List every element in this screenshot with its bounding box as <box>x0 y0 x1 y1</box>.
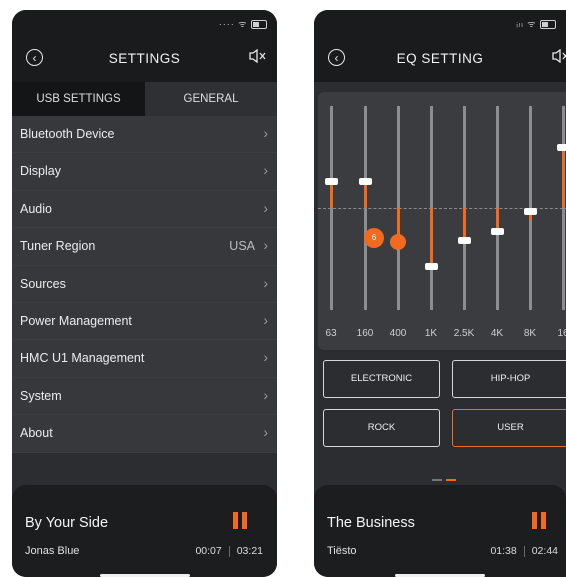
slider-knob[interactable] <box>325 178 338 185</box>
settings-menu: Bluetooth Device › Display › Audio › Tuner … <box>12 116 277 453</box>
menu-item-about[interactable]: About › <box>12 415 277 453</box>
menu-item-tuner-region[interactable]: Tuner Region USA › <box>12 228 277 266</box>
eq-slider-4k[interactable] <box>491 106 504 310</box>
menu-item-label: About <box>20 426 53 441</box>
playback-times: 01:38 02:44 <box>490 545 558 557</box>
artist-name: Jonas Blue <box>25 545 80 557</box>
speaker-mute-icon[interactable] <box>552 48 566 66</box>
status-icons: ᵢₗₗ ᯤ <box>516 17 556 30</box>
eq-band-label: 1K <box>424 328 438 339</box>
menu-item-label: Tuner Region <box>20 239 96 254</box>
menu-item-display[interactable]: Display › <box>12 153 277 191</box>
slider-knob[interactable] <box>524 208 537 215</box>
eq-band-label: 160 <box>356 328 374 339</box>
eq-band-label: 16 <box>557 328 566 339</box>
slider-knob[interactable] <box>458 237 471 244</box>
chevron-right-icon: › <box>263 311 268 328</box>
menu-item-bluetooth-device[interactable]: Bluetooth Device › <box>12 116 277 154</box>
preset-rock-button[interactable]: ROCK <box>323 409 440 447</box>
preset-electronic-button[interactable]: ELECTRONIC <box>323 360 440 398</box>
menu-item-value: USA <box>229 239 255 254</box>
eq-slider-400[interactable] <box>390 106 406 310</box>
tab-usb-settings[interactable]: USB SETTINGS <box>12 82 145 116</box>
header: ‹ EQ SETTING <box>314 36 566 82</box>
slider-knob[interactable] <box>491 228 504 235</box>
eq-band-label: 63 <box>325 328 337 339</box>
eq-band-label: 8K <box>523 328 537 339</box>
battery-icon <box>251 20 267 30</box>
pause-icon[interactable] <box>532 512 546 529</box>
chevron-right-icon: › <box>263 274 268 291</box>
menu-item-power-management[interactable]: Power Management › <box>12 302 277 341</box>
menu-item-label: HMC U1 Management <box>20 351 145 366</box>
slider-knob[interactable] <box>425 263 438 270</box>
now-playing-bar[interactable]: By Your Side Jonas Blue 00:07 03:21 <box>12 485 277 577</box>
song-title: The Business <box>327 515 415 531</box>
slider-knob[interactable] <box>557 144 566 151</box>
total-duration: 02:44 <box>531 545 558 557</box>
now-playing-bar[interactable]: The Business Tiësto 01:38 02:44 <box>314 485 566 577</box>
total-duration: 03:21 <box>236 545 263 557</box>
slider-knob[interactable] <box>359 178 372 185</box>
tab-general[interactable]: GENERAL <box>145 82 277 116</box>
chevron-right-icon: › <box>263 162 268 179</box>
battery-icon <box>540 20 556 30</box>
menu-item-audio[interactable]: Audio › <box>12 190 277 229</box>
eq-slider-1k[interactable] <box>425 106 438 310</box>
page-title: SETTINGS <box>108 51 181 66</box>
pause-icon[interactable] <box>233 512 247 529</box>
menu-item-label: Display <box>20 164 61 179</box>
menu-item-label: Sources <box>20 276 66 291</box>
menu-item-label: Audio <box>20 201 52 216</box>
chevron-right-icon: › <box>263 125 268 141</box>
chevron-right-icon: › <box>263 237 268 254</box>
equalizer-panel: 6 63 160 400 1K 2.5K 4K 8K 16 <box>318 92 566 350</box>
eq-band-label: 400 <box>389 328 407 339</box>
elapsed-time: 00:07 <box>195 545 222 557</box>
chevron-right-icon: › <box>263 349 268 366</box>
eq-band-label: 4K <box>490 328 504 339</box>
eq-band-label: 2.5K <box>453 328 475 339</box>
song-title: By Your Side <box>25 515 109 531</box>
speaker-mute-icon[interactable] <box>249 48 267 66</box>
status-bar: ᵢₗₗ ᯤ <box>314 10 566 36</box>
status-bar: ···· ᯤ <box>12 10 277 36</box>
elapsed-time: 01:38 <box>490 545 517 557</box>
page-dot-active <box>446 479 456 481</box>
page-indicator <box>432 468 460 486</box>
page-dot <box>432 479 442 481</box>
menu-item-system[interactable]: System › <box>12 377 277 416</box>
menu-item-sources[interactable]: Sources › <box>12 265 277 303</box>
eq-slider-8k[interactable] <box>524 106 537 310</box>
artist-name: Tiësto <box>327 545 357 557</box>
preset-hip-hop-button[interactable]: HIP-HOP <box>452 360 566 398</box>
eq-setting-screen: ᵢₗₗ ᯤ ‹ EQ SETTING 6 63 160 400 1K 2.5K … <box>314 10 566 577</box>
playback-times: 00:07 03:21 <box>195 545 263 557</box>
tab-bar: USB SETTINGS GENERAL <box>12 82 277 116</box>
eq-slider-63[interactable] <box>325 106 338 310</box>
settings-screen: ···· ᯤ ‹ SETTINGS USB SETTINGS GENERAL B… <box>12 10 277 577</box>
slider-knob-active[interactable] <box>390 234 406 250</box>
eq-slider-160[interactable] <box>359 106 372 310</box>
eq-value-bubble: 6 <box>364 228 384 248</box>
chevron-right-icon: › <box>263 199 268 216</box>
menu-item-hmc-u1-management[interactable]: HMC U1 Management › <box>12 340 277 378</box>
eq-slider-16k[interactable] <box>557 106 566 310</box>
status-icons: ···· ᯤ <box>219 17 267 30</box>
menu-item-label: System <box>20 388 62 403</box>
chevron-right-icon: › <box>263 424 268 441</box>
chevron-right-icon: › <box>263 386 268 403</box>
header: ‹ SETTINGS <box>12 36 277 82</box>
page-title: EQ SETTING <box>396 51 484 66</box>
menu-item-label: Power Management <box>20 313 132 328</box>
menu-item-label: Bluetooth Device <box>20 127 115 141</box>
preset-user-button[interactable]: USER <box>452 409 566 447</box>
eq-slider-2-5k[interactable] <box>458 106 471 310</box>
